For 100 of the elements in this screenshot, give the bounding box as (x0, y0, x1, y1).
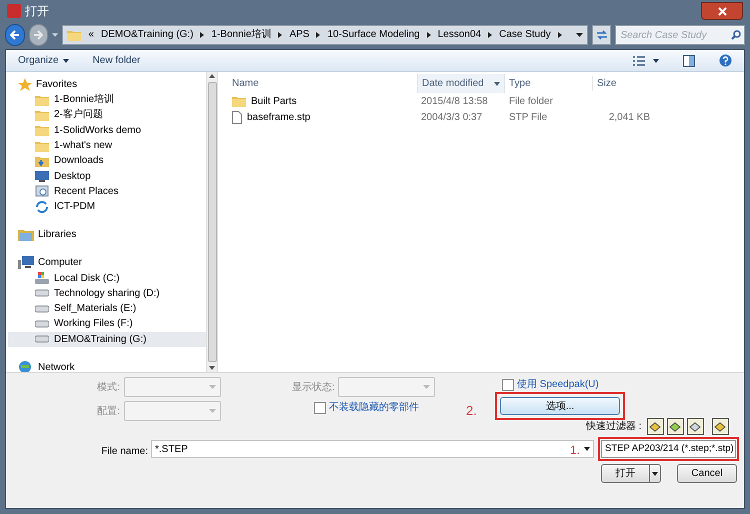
download-folder-icon (35, 154, 49, 167)
chevron-right-icon (488, 32, 492, 38)
chevron-right-icon (316, 32, 320, 38)
options-button[interactable]: 选项... (500, 397, 620, 415)
back-arrow-icon (10, 30, 20, 40)
system-drive-icon (35, 272, 49, 284)
caret-icon (422, 385, 430, 389)
filter-parts-button[interactable] (646, 418, 664, 435)
drive-icon (35, 335, 49, 344)
file-row[interactable]: Built Parts 2015/4/8 13:58 File folder (226, 93, 744, 109)
cancel-button[interactable]: Cancel (677, 464, 737, 483)
star-icon (18, 78, 32, 92)
filter-assemblies-button[interactable] (666, 418, 684, 435)
breadcrumb[interactable]: DEMO&Training (G:) (100, 27, 194, 42)
sidebar-item[interactable]: Self_Materials (E:) (8, 300, 206, 316)
back-button[interactable] (5, 24, 25, 46)
sidebar-item[interactable]: 1-Bonnie培训 (8, 92, 206, 108)
caret-icon (209, 409, 216, 413)
file-type-dropdown[interactable]: STEP AP203/214 (*.step;*.stp) (601, 440, 736, 458)
file-icon (232, 110, 242, 124)
sidebar-item[interactable]: Downloads (8, 153, 206, 168)
filter-top-level-button[interactable] (712, 418, 729, 435)
view-list-icon (633, 56, 645, 66)
search-field[interactable]: Search Case Study (615, 25, 745, 45)
caret-icon (576, 32, 583, 36)
refresh-button[interactable] (592, 24, 612, 44)
caret-icon (653, 58, 659, 62)
chevron-right-icon (278, 32, 282, 38)
file-name: baseframe.stp (247, 110, 310, 124)
column-header[interactable]: Size (592, 76, 650, 91)
file-name: Built Parts (251, 94, 297, 108)
organize-menu[interactable]: Organize (18, 53, 69, 68)
caret-icon (209, 385, 216, 389)
sidebar-item[interactable]: Technology sharing (D:) (8, 286, 206, 301)
scroll-up-arrow-icon[interactable] (209, 74, 215, 78)
sidebar-item[interactable]: ICT-PDM (8, 199, 206, 214)
caret-icon (52, 32, 58, 36)
breadcrumb[interactable]: APS (289, 27, 310, 42)
help-icon (719, 54, 732, 67)
column-header[interactable]: Date modified (417, 74, 505, 93)
breadcrumb[interactable]: 1-Bonnie培训 (211, 27, 272, 42)
scrollbar[interactable] (206, 72, 218, 372)
annotation-number: 2. (466, 402, 477, 420)
drive-icon (35, 304, 49, 313)
sidebar-group[interactable]: Network (8, 360, 206, 372)
sidebar-item[interactable]: 1-what's new (8, 138, 206, 154)
breadcrumb[interactable]: 10-Surface Modeling (327, 27, 420, 42)
filter-drawings-button[interactable] (686, 418, 704, 435)
table-cell-text: 2,041 KB (608, 110, 650, 124)
folder-icon (35, 140, 49, 152)
config-label: 配置: (96, 404, 120, 418)
speedpak-checkbox[interactable] (502, 378, 514, 390)
breadcrumb[interactable]: Lesson04 (438, 27, 482, 42)
overflow-chevron[interactable]: « (88, 27, 94, 42)
recent-places-icon (35, 185, 49, 198)
hidden-components-checkbox[interactable] (314, 402, 326, 414)
folder-icon (67, 28, 82, 40)
scroll-down-arrow-icon[interactable] (209, 366, 215, 370)
checkbox-label: 使用 Speedpak(U) (517, 378, 599, 392)
table-cell-text: 2015/4/8 13:58 (420, 94, 489, 108)
annotation-number: 1. (570, 442, 580, 459)
library-icon (18, 228, 34, 242)
column-header[interactable]: Name (226, 76, 417, 91)
window-title: 打开 (25, 3, 49, 20)
sidebar-group[interactable]: Favorites (8, 77, 206, 92)
monitor-icon (35, 170, 49, 182)
chevron-right-icon (426, 32, 431, 38)
close-icon (718, 6, 726, 16)
forward-button[interactable] (28, 24, 48, 46)
search-icon (731, 30, 741, 40)
sidebar-item[interactable]: Local Disk (C:) (8, 270, 206, 286)
sidebar-item[interactable]: Recent Places (8, 184, 206, 200)
open-split-button[interactable]: 打开 (601, 464, 661, 483)
close-button[interactable] (701, 2, 743, 20)
table-cell-text: File folder (508, 94, 554, 108)
sidebar-item[interactable]: DEMO&Training (G:) (8, 332, 206, 347)
sidebar-item[interactable]: Working Files (F:) (8, 316, 206, 332)
network-icon (18, 360, 34, 372)
table-cell-text: STP File (508, 110, 548, 124)
caret-icon (584, 447, 590, 451)
sidebar-item[interactable]: 1-SolidWorks demo (8, 122, 206, 138)
drive-icon (35, 289, 49, 298)
sidebar-group[interactable]: Computer (8, 255, 206, 270)
file-name-label: File name: (100, 445, 148, 459)
chevron-right-icon (558, 32, 562, 38)
column-header[interactable]: Type (505, 76, 592, 91)
folder-icon (35, 124, 49, 136)
folder-icon (35, 94, 49, 106)
folder-icon (232, 95, 246, 107)
breadcrumb[interactable]: Case Study (499, 27, 551, 42)
address-bar[interactable]: « DEMO&Training (G:) 1-Bonnie培训 APS 10-Surface Modeling Lesson04 Case Study (62, 24, 588, 44)
refresh-icon (596, 30, 608, 40)
new-folder-button[interactable]: New folder (92, 53, 140, 68)
app-icon (7, 4, 21, 18)
sidebar-group[interactable]: Libraries (8, 227, 206, 242)
sidebar-item[interactable]: 2-客户问题 (8, 107, 206, 123)
sidebar-item[interactable]: Desktop (8, 168, 206, 184)
checkbox-label: 不装载隐藏的零部件 (329, 400, 419, 415)
file-row[interactable]: baseframe.stp 2004/3/3 0:37 STP File 2,041 KB (226, 109, 744, 125)
preview-pane-icon (683, 54, 695, 66)
